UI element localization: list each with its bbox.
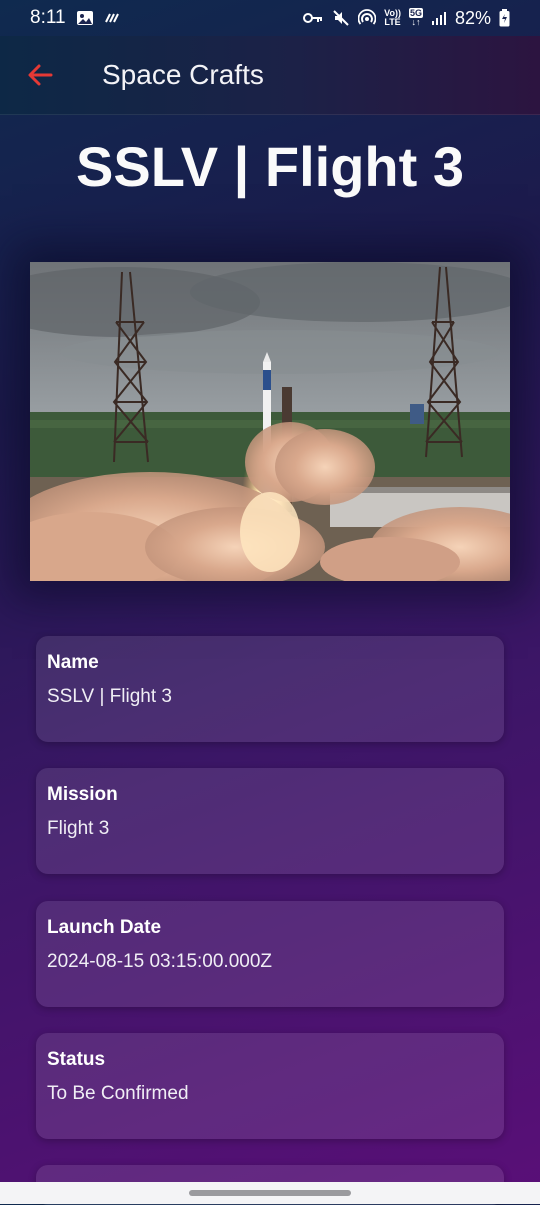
battery-icon — [499, 9, 510, 27]
volte-icon: Vo)) LTE — [384, 9, 401, 27]
detail-value: 2024-08-15 03:15:00.000Z — [47, 951, 273, 972]
battery-percent: 82% — [454, 7, 491, 28]
home-indicator[interactable] — [189, 1190, 351, 1196]
cell-signal-icon — [431, 11, 447, 25]
hotspot-icon — [358, 9, 377, 27]
status-left: 8:11 — [30, 7, 122, 29]
volte-bottom-label: LTE — [384, 17, 401, 27]
detail-card-launch-date: Launch Date 2024-08-15 03:15:00.000Z — [36, 901, 504, 1007]
arrow-left-icon — [28, 64, 53, 86]
mute-icon — [332, 9, 350, 27]
detail-label: Launch Date — [47, 917, 162, 938]
status-time: 8:11 — [30, 7, 66, 28]
detail-value: SSLV | Flight 3 — [47, 686, 172, 707]
launch-photo — [30, 262, 510, 581]
detail-label: Status — [47, 1049, 106, 1070]
detail-value: Flight 3 — [47, 818, 110, 839]
detail-label: Mission — [47, 784, 118, 805]
status-right: Vo)) LTE 5G ↓↑ 82% — [302, 8, 510, 29]
app-bar: Space Crafts — [0, 36, 540, 115]
detail-value: To Be Confirmed — [47, 1083, 189, 1104]
back-button[interactable] — [0, 36, 80, 114]
detail-card-name: Name SSLV | Flight 3 — [36, 636, 504, 742]
gallery-icon — [76, 9, 94, 27]
signal-activity-icon — [104, 10, 122, 26]
key-icon — [302, 11, 324, 25]
detail-card-status: Status To Be Confirmed — [36, 1033, 504, 1139]
app-bar-title: Space Crafts — [102, 59, 264, 90]
page-title: SSLV | Flight 3 — [76, 135, 464, 198]
network-type-label: 5G — [408, 8, 423, 18]
detail-label: Name — [47, 652, 99, 673]
status-bar: 8:11 Vo)) LTE 5G ↓↑ 82% — [0, 0, 540, 36]
detail-card-mission: Mission Flight 3 — [36, 768, 504, 874]
network-type-icon: 5G ↓↑ — [408, 8, 423, 27]
